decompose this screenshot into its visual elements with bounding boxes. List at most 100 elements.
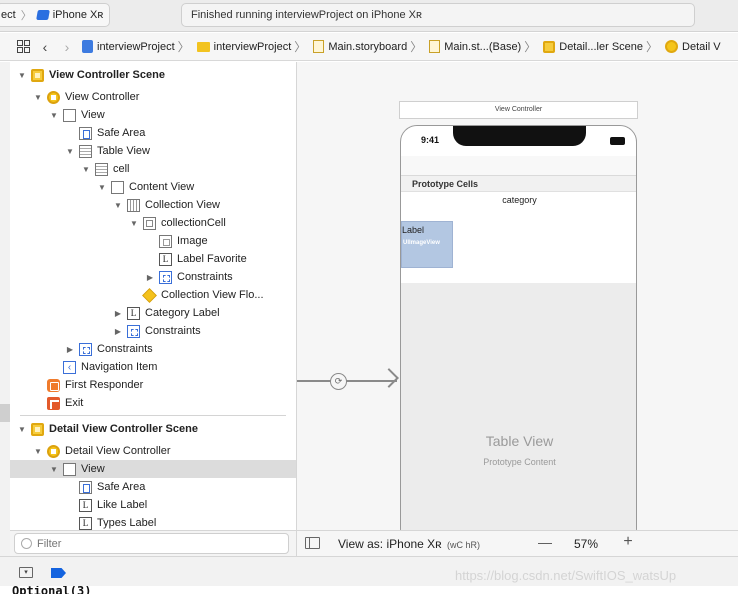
- outline-row[interactable]: Exit: [10, 394, 296, 412]
- constraints-icon: [127, 324, 140, 338]
- disclosure-down-icon[interactable]: ▼: [113, 201, 123, 210]
- safe-area-icon: [79, 480, 92, 494]
- row-label: Constraints: [97, 343, 153, 355]
- outline-row[interactable]: L Types Label: [10, 514, 296, 530]
- zoom-in-icon[interactable]: +: [620, 533, 636, 551]
- outline-row[interactable]: ▼ cell: [10, 160, 296, 178]
- status-time: 9:41: [421, 135, 440, 145]
- outline-row-selected[interactable]: ▼ View: [10, 460, 296, 478]
- outline-row[interactable]: Safe Area: [10, 124, 296, 142]
- disclosure-down-icon[interactable]: ▼: [97, 183, 107, 192]
- disclosure-right-icon[interactable]: ▶: [65, 345, 75, 354]
- prototype-cell[interactable]: category Label UIImageView: [401, 192, 636, 283]
- scheme-selector[interactable]: ect 〉 iPhone Xʀ: [0, 3, 110, 27]
- label-icon: L: [79, 516, 92, 530]
- disclosure-down-icon[interactable]: ▼: [17, 425, 27, 434]
- disclosure-down-icon[interactable]: ▼: [33, 93, 43, 102]
- disclosure-down-icon[interactable]: ▼: [81, 165, 91, 174]
- breadcrumb-storyboard[interactable]: Main.storyboard: [313, 40, 407, 53]
- outline-row[interactable]: ▼ Detail View Controller Scene: [10, 420, 296, 438]
- scheme-device: iPhone Xʀ: [52, 9, 104, 21]
- filter-field[interactable]: [14, 533, 289, 554]
- outline-row[interactable]: ▶ Constraints: [10, 268, 296, 286]
- row-label: Content View: [129, 181, 195, 193]
- outline-filter-bar: [10, 530, 297, 556]
- outline-row[interactable]: ‹ Navigation Item: [10, 358, 296, 376]
- outline-row[interactable]: ▶ Constraints: [10, 340, 296, 358]
- disclosure-down-icon[interactable]: ▼: [49, 465, 59, 474]
- forward-icon[interactable]: ›: [56, 36, 78, 58]
- outline-row[interactable]: ▼ Table View: [10, 142, 296, 160]
- breadcrumb-folder[interactable]: interviewProject: [196, 41, 291, 53]
- disclosure-down-icon[interactable]: ▼: [33, 447, 43, 456]
- outline-row[interactable]: First Responder: [10, 376, 296, 394]
- outline-row[interactable]: Collection View Flo...: [10, 286, 296, 304]
- outline-row[interactable]: ▼ Collection View: [10, 196, 296, 214]
- outline-row[interactable]: ▼ View: [10, 106, 296, 124]
- navigation-bar[interactable]: [401, 156, 636, 176]
- view-controller-icon: [665, 40, 679, 53]
- segue-icon[interactable]: ⟳: [330, 373, 347, 390]
- view-as-selector[interactable]: View as: iPhone Xʀ (wC hR): [338, 537, 480, 551]
- row-label: Table View: [97, 145, 150, 157]
- row-label: Like Label: [97, 499, 148, 511]
- table-view-area[interactable]: [401, 283, 636, 530]
- disclosure-down-icon[interactable]: ▼: [65, 147, 75, 156]
- breadcrumb-controller[interactable]: Detail V: [665, 40, 721, 53]
- breadcrumb-storyboard-base[interactable]: Main.st...(Base): [429, 40, 521, 53]
- outline-row[interactable]: L Like Label: [10, 496, 296, 514]
- outline-row[interactable]: ▶ L Category Label: [10, 304, 296, 322]
- filter-icon: [21, 538, 32, 549]
- outline-row[interactable]: ▼ View Controller: [10, 88, 296, 106]
- collection-cell[interactable]: Label UIImageView: [401, 221, 453, 268]
- row-label: Navigation Item: [81, 361, 158, 373]
- canvas-bottom-bar: View as: iPhone Xʀ (wC hR) — 57% +: [297, 530, 738, 556]
- back-icon[interactable]: ‹: [34, 36, 56, 58]
- outline-row[interactable]: Safe Area: [10, 478, 296, 496]
- breadcrumb-label: Detail...ler Scene: [559, 40, 644, 53]
- disclosure-right-icon[interactable]: ▶: [113, 327, 123, 336]
- collection-view-icon: [127, 198, 140, 212]
- scheme-separator-icon: 〉: [20, 10, 32, 22]
- outline-toggle-icon[interactable]: [305, 537, 320, 549]
- disclosure-down-icon[interactable]: ▼: [129, 219, 139, 228]
- row-label: Image: [177, 235, 208, 247]
- breadcrumb-project[interactable]: interviewProject: [82, 40, 175, 53]
- category-label[interactable]: category: [401, 195, 636, 205]
- cell-label[interactable]: Label: [402, 225, 424, 235]
- outline-row[interactable]: ▼ Content View: [10, 178, 296, 196]
- breadcrumb-scene[interactable]: Detail...ler Scene: [543, 40, 644, 53]
- cell-image-view[interactable]: UIImageView: [403, 240, 440, 246]
- outline-row[interactable]: L Label Favorite: [10, 250, 296, 268]
- outline-row[interactable]: ▼ Detail View Controller: [10, 442, 296, 460]
- label-icon: L: [79, 498, 92, 512]
- zoom-level[interactable]: 57%: [574, 537, 598, 551]
- view-as-label: View as: iPhone Xʀ: [338, 537, 442, 551]
- outline-row[interactable]: ▼ View Controller Scene: [10, 66, 296, 84]
- table-view-icon: [79, 144, 92, 158]
- disclosure-right-icon[interactable]: ▶: [145, 273, 155, 282]
- navigation-item-icon: ‹: [63, 360, 76, 374]
- hide-debug-area-icon[interactable]: ▾: [19, 567, 33, 578]
- watermark: https://blog.csdn.net/SwiftIOS_watsUp: [455, 568, 677, 583]
- console-area[interactable]: Optional(3): [0, 586, 738, 594]
- storyboard-canvas[interactable]: ⟳ View Controller 9:41 Prototype Cells c…: [297, 62, 738, 530]
- row-label: Collection View Flo...: [161, 289, 264, 301]
- row-label: Safe Area: [97, 481, 146, 493]
- outline-row[interactable]: Image: [10, 232, 296, 250]
- iphone-frame[interactable]: 9:41 Prototype Cells category Label UIIm…: [400, 125, 637, 530]
- disclosure-down-icon[interactable]: ▼: [17, 71, 27, 80]
- row-label: View Controller Scene: [49, 69, 165, 81]
- disclosure-right-icon[interactable]: ▶: [113, 309, 123, 318]
- row-label: Safe Area: [97, 127, 146, 139]
- prototype-cells-header: Prototype Cells: [401, 176, 636, 192]
- scene-title-bar[interactable]: View Controller: [399, 101, 638, 119]
- outline-row[interactable]: ▼ collectionCell: [10, 214, 296, 232]
- disclosure-down-icon[interactable]: ▼: [49, 111, 59, 120]
- zoom-out-icon[interactable]: —: [537, 534, 553, 550]
- image-view-icon: [159, 234, 172, 248]
- related-items-icon[interactable]: [12, 36, 34, 58]
- filter-input[interactable]: [37, 537, 277, 550]
- outline-row[interactable]: ▶ Constraints: [10, 322, 296, 340]
- breakpoints-toggle-icon[interactable]: [51, 568, 66, 578]
